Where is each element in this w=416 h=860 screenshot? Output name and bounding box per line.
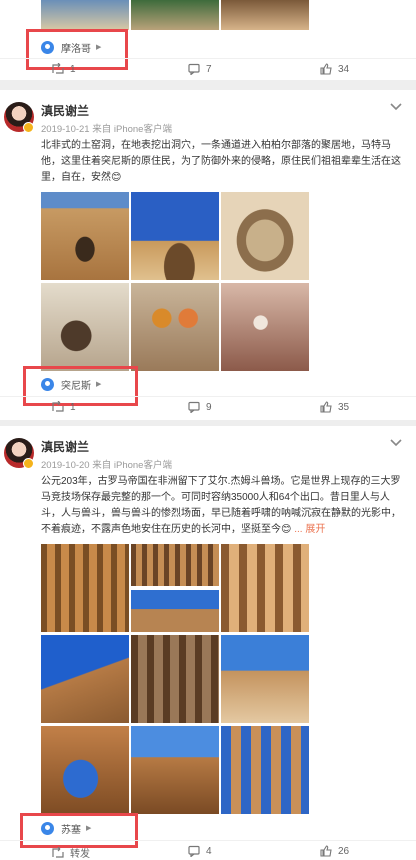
expand-link[interactable]: ... 展开	[294, 524, 325, 535]
photo[interactable]	[131, 635, 219, 723]
photo[interactable]	[131, 283, 219, 371]
repost-button[interactable]: 转发	[52, 845, 90, 860]
post-card-top: 摩洛哥 ▶ 1 7 34	[0, 0, 416, 80]
repost-icon	[52, 63, 64, 74]
photo[interactable]	[131, 192, 219, 280]
action-bar: 转发 4 26	[0, 840, 416, 860]
post-meta: 2019-10-20 来自 iPhone客户端	[41, 460, 172, 471]
photo[interactable]	[41, 0, 129, 30]
post-meta: 2019-10-21 来自 iPhone客户端	[41, 124, 172, 135]
like-count: 35	[338, 401, 350, 413]
comment-icon	[188, 401, 200, 413]
photo[interactable]	[131, 590, 219, 632]
like-button[interactable]: 34	[320, 63, 349, 75]
like-icon	[320, 845, 332, 857]
photo[interactable]	[221, 726, 309, 814]
post-card: 滇民谢兰 2019-10-21 来自 iPhone客户端 北非式的土窑洞，在地表…	[0, 90, 416, 420]
repost-button[interactable]: 1	[52, 63, 76, 75]
action-bar: 1 9 35	[0, 396, 416, 420]
photo[interactable]	[41, 635, 129, 723]
photo[interactable]	[221, 544, 309, 632]
verified-badge-icon	[23, 458, 34, 469]
repost-icon	[52, 401, 64, 412]
repost-label: 转发	[70, 849, 90, 860]
like-icon	[320, 63, 332, 75]
comment-button[interactable]: 4	[188, 845, 212, 857]
photo[interactable]	[41, 192, 129, 280]
photo[interactable]	[221, 283, 309, 371]
photo[interactable]	[41, 726, 129, 814]
repost-count: 1	[70, 63, 76, 75]
photo[interactable]	[131, 544, 219, 586]
repost-count: 1	[70, 401, 76, 413]
action-bar: 1 7 34	[0, 58, 416, 82]
like-button[interactable]: 35	[320, 401, 349, 413]
username[interactable]: 滇民谢兰	[41, 102, 89, 119]
like-button[interactable]: 26	[320, 845, 349, 857]
photo[interactable]	[221, 192, 309, 280]
comment-count: 4	[206, 845, 212, 857]
photo[interactable]	[41, 283, 129, 371]
photo[interactable]	[131, 0, 219, 30]
comment-icon	[188, 845, 200, 857]
post-card: 滇民谢兰 2019-10-20 来自 iPhone客户端 公元203年，古罗马帝…	[0, 426, 416, 860]
chevron-down-icon[interactable]	[390, 102, 402, 112]
repost-button[interactable]: 1	[52, 401, 76, 413]
chevron-down-icon[interactable]	[390, 438, 402, 448]
post-text-body: 公元203年，古罗马帝国在非洲留下了艾尔.杰姆斗兽场。它是世界上现存的三大罗马竞…	[41, 476, 401, 535]
verified-badge-icon	[23, 122, 34, 133]
comment-count: 9	[206, 401, 212, 413]
like-count: 34	[338, 63, 350, 75]
comment-count: 7	[206, 63, 212, 75]
like-icon	[320, 401, 332, 413]
comment-icon	[188, 63, 200, 75]
photo[interactable]	[221, 0, 309, 30]
photo[interactable]	[221, 635, 309, 723]
repost-icon	[52, 846, 64, 858]
like-count: 26	[338, 845, 350, 857]
photo[interactable]	[41, 544, 129, 632]
photo[interactable]	[131, 726, 219, 814]
post-text: 北非式的土窑洞，在地表挖出洞穴，一条通道进入柏柏尔部落的聚居地，马特马他，这里住…	[41, 140, 401, 183]
comment-button[interactable]: 7	[188, 63, 212, 75]
comment-button[interactable]: 9	[188, 401, 212, 413]
post-text: 公元203年，古罗马帝国在非洲留下了艾尔.杰姆斗兽场。它是世界上现存的三大罗马竞…	[41, 474, 409, 538]
username[interactable]: 滇民谢兰	[41, 438, 89, 455]
